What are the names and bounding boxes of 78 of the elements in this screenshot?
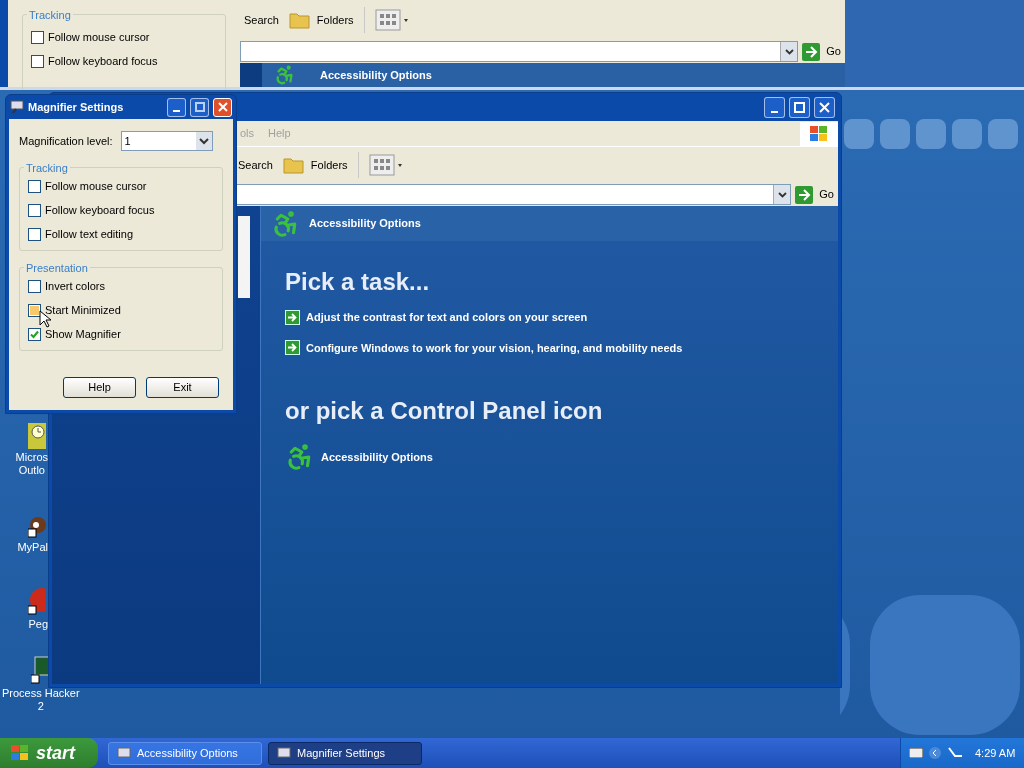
close-icon [217,102,228,112]
go-arrow-icon [802,42,821,61]
checkbox[interactable] [31,54,44,68]
maximize-icon [794,101,805,113]
chevron-icon [929,746,941,760]
address-field[interactable] [240,41,799,62]
window-title: Magnifier Settings [28,99,125,115]
dialog-button[interactable]: Help [63,377,136,398]
close-icon [819,101,830,113]
control-panel-link[interactable]: Accessibility Options [321,448,433,466]
icon-label[interactable]: MyPal [17,541,48,554]
clock: 4:29 AM [975,745,1016,761]
option-label: Follow mouse cursor [48,29,150,45]
dialog-button[interactable]: Exit [146,377,219,398]
icon-label[interactable]: Outlo [18,464,45,477]
task-link[interactable]: Adjust the contrast for text and colors on your screen [306,309,588,326]
header-title: Accessibility Options [320,67,432,83]
arrow-icon [285,309,300,325]
folder-icon [288,11,311,29]
option-label: Follow keyboard focus [45,202,155,218]
search-button[interactable]: Search [238,156,273,174]
views-icon[interactable] [374,9,409,31]
taskbar-button[interactable]: Accessibility Options [108,741,262,765]
minimize-button[interactable] [167,97,186,117]
minimize-icon [771,110,778,113]
option-label: Invert colors [45,278,105,294]
minimize-button[interactable] [764,96,785,118]
chevron-down-icon [777,191,787,198]
taskbar-button[interactable]: Magnifier Settings [268,741,422,765]
close-button[interactable] [814,96,835,118]
checkbox[interactable] [28,327,41,341]
ball-icon [28,586,46,616]
keyboard-icon [909,748,923,758]
arrow-icon [285,340,300,356]
folders-button[interactable]: Folders [288,11,354,29]
option-label: Follow text editing [45,226,134,242]
option-label: Start Minimized [45,302,121,318]
clock-document-icon [28,423,46,449]
scrollbar[interactable] [238,216,250,298]
section-heading: Pick a task... [285,267,431,297]
close-button[interactable] [213,97,232,117]
folders-button[interactable]: Folders [282,156,348,174]
start-button[interactable]: start [0,738,98,768]
folder-icon [282,156,305,174]
level-dropdown[interactable]: 1 [120,131,213,151]
header-title: Accessibility Options [309,216,421,232]
search-button[interactable]: Search [244,11,279,29]
icon-label[interactable]: Process Hacker [2,687,80,700]
dropdown-button[interactable] [780,42,798,61]
dropdown-button[interactable] [773,185,791,204]
maximize-button[interactable] [789,96,810,118]
maximize-button[interactable] [190,97,209,117]
window-icon [277,746,291,760]
field-label: Magnification level: [19,133,113,149]
icon-label[interactable]: Micros [15,451,48,464]
checkbox[interactable] [31,30,44,44]
windows-logo-icon [809,124,829,143]
views-icon[interactable] [368,154,403,176]
check-mark-icon [30,329,39,339]
section-heading: or pick a Control Panel icon [285,396,604,426]
tasks-pane [240,63,262,87]
icon-label[interactable]: 2 [37,700,44,713]
checkbox[interactable] [28,179,41,193]
go-button[interactable]: Go [798,42,845,61]
checkbox[interactable] [28,227,41,241]
windows-logo-icon [10,744,30,762]
option-label: Follow keyboard focus [48,53,158,69]
window-icon [117,746,131,760]
chevron-down-icon [784,48,794,55]
icon-label[interactable]: Peg [28,618,48,631]
option-label: Follow mouse cursor [45,178,147,194]
task-link[interactable]: Configure Windows to work for your vision, hearing, and mobility needs [306,339,683,356]
go-button[interactable]: Go [791,185,838,204]
magnifier-app-icon [10,100,24,114]
checkbox[interactable] [28,279,41,293]
go-arrow-icon [795,185,814,204]
option-label: Show Magnifier [45,326,121,342]
checkbox[interactable] [28,203,41,217]
